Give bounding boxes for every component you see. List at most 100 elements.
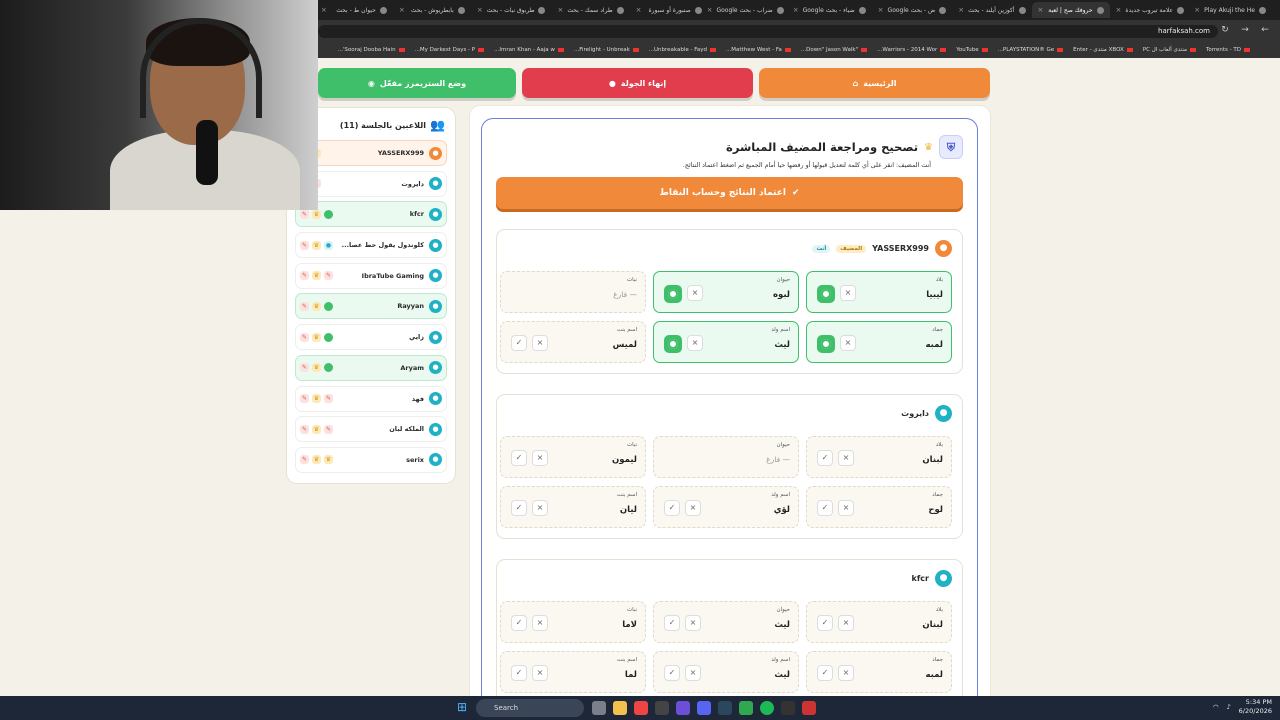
record-icon[interactable] [802,701,816,715]
reject-button[interactable]: × [532,500,548,516]
answer-cell[interactable]: حيوان — فارغ [653,436,799,478]
answer-cell[interactable]: حيوان ليث ✓ × [653,601,799,643]
bookmark-item[interactable]: Unbreakable - Fayd... [649,47,717,53]
close-icon[interactable]: × [399,6,405,14]
edit-icon[interactable]: ✎ [324,424,333,434]
close-icon[interactable]: × [557,6,563,14]
player-row[interactable]: ● زايي ♛ ✎ [295,324,447,351]
answer-cell[interactable]: بلاد لبنان ✓ × [806,436,952,478]
close-icon[interactable]: × [1038,6,1044,14]
reject-button[interactable]: × [532,450,548,466]
player-row[interactable]: ● فهد ✎ ♛ ✎ [295,385,447,412]
edit-icon[interactable]: ✎ [324,394,333,403]
bookmark-item[interactable]: PLAYSTATION® Ge... [998,47,1064,53]
crown-icon[interactable]: ♛ [312,240,321,250]
close-icon[interactable]: × [958,6,964,14]
browser-tab[interactable]: طراد سمك - بحث × [551,2,629,18]
clock[interactable]: 5:34 PM 6/20/2026 [1239,698,1272,716]
crown-icon[interactable]: ♛ [312,301,321,311]
edit-icon[interactable]: ✎ [300,455,309,465]
accept-button[interactable]: ✓ [511,615,527,631]
answer-cell[interactable]: نبات لاما ✓ × [500,601,646,643]
home-button[interactable]: ⌂ الرئيسية [759,68,990,98]
reject-button[interactable]: × [532,615,548,631]
accept-toggle[interactable] [664,335,682,353]
online-toggle-icon[interactable] [324,332,333,342]
bookmark-item[interactable]: YouTube [956,47,988,53]
browser-tab[interactable]: أكوزين أيلند - بحث × [952,2,1031,18]
reject-button[interactable]: × [838,615,854,631]
answer-cell[interactable]: اسم ولد ليث ✓ × [653,651,799,693]
answer-cell[interactable]: اسم بنت لميس ✓ × [500,321,646,363]
answer-cell[interactable]: جماد لوح ✓ × [806,486,952,528]
accept-button[interactable]: ✓ [511,500,527,516]
online-toggle-icon[interactable] [324,301,333,311]
bookmark-item[interactable]: Torrents - TD [1206,47,1250,53]
edit-icon[interactable]: ✎ [300,240,309,250]
edit-icon[interactable]: ✎ [300,332,309,342]
bookmark-item[interactable]: Sooraj Dooba Hain'... [338,47,405,53]
close-icon[interactable]: × [636,6,642,14]
crown-icon[interactable]: ♛ [312,363,321,373]
reject-button[interactable]: × [687,285,703,301]
approve-results-button[interactable]: ✔ اعتماد النتائج وحساب النقاط [496,177,963,209]
obs-icon[interactable] [655,701,669,715]
bookmark-item[interactable]: Imran Khan - Aaja w... [494,47,564,53]
terminal-icon[interactable] [781,701,795,715]
player-row[interactable]: ● IbraTube Gaming ✎ ♛ ✎ [295,262,447,289]
online-toggle-icon[interactable] [324,209,333,219]
crown-icon[interactable]: ♛ [312,424,321,434]
close-icon[interactable]: × [793,6,799,14]
play-icon[interactable] [739,701,753,715]
edit-icon[interactable]: ✎ [300,424,309,434]
wifi-icon[interactable]: ◠ [1213,703,1219,711]
answer-cell[interactable]: اسم بنت لما ✓ × [500,651,646,693]
edit-icon[interactable]: ✎ [324,271,333,281]
spotify-icon[interactable] [760,701,774,715]
answer-cell[interactable]: جماد لمبه ✓ × [806,651,952,693]
bookmark-item[interactable]: "Down" Jason Walk... [801,47,868,53]
edit-icon[interactable]: ✎ [300,301,309,311]
edit-icon[interactable]: ✎ [300,209,309,219]
crown-icon[interactable]: ♛ [312,332,321,342]
answer-cell[interactable]: اسم ولد ليث × [653,321,799,363]
accept-toggle[interactable] [817,335,835,353]
answer-cell[interactable]: بلاد لبنان ✓ × [806,601,952,643]
reject-button[interactable]: × [532,335,548,351]
accept-button[interactable]: ✓ [817,500,833,516]
accept-button[interactable]: ✓ [511,450,527,466]
bookmark-item[interactable]: Firelight - Unbreak... [574,47,639,53]
file-explorer-icon[interactable] [613,701,627,715]
reject-button[interactable]: × [685,665,701,681]
answer-cell[interactable]: نبات ليمون ✓ × [500,436,646,478]
answer-cell[interactable]: بلاد ليبيا × [806,271,952,313]
browser-tab[interactable]: بابطريوش - بحث × [393,2,471,18]
answer-cell[interactable]: جماد لمبه × [806,321,952,363]
windows-start-icon[interactable]: ⊞ [457,701,470,714]
answer-cell[interactable]: نبات — فارغ [500,271,646,313]
bookmark-item[interactable]: My Darkest Days - P... [415,47,485,53]
player-row[interactable]: ● Aryam ♛ ✎ [295,354,447,381]
browser-tab[interactable]: صنبورة أو سبورة × [630,2,708,18]
browser-tab[interactable]: Play Akuji the He × [1190,2,1272,18]
crown-icon[interactable]: ♛ [324,455,333,465]
steam-icon[interactable] [718,701,732,715]
bookmark-item[interactable]: Warriors - 2014 Wor... [877,47,947,53]
end-round-button[interactable]: ● إنهاء الجولة [522,68,753,98]
forward-icon[interactable]: → [1238,23,1252,37]
bookmark-item[interactable]: Matthew West - Fa... [726,47,791,53]
browser-tab[interactable]: علامة تيروب جديدة × [1110,2,1190,18]
accept-button[interactable]: ✓ [817,450,833,466]
task-view-icon[interactable] [592,701,606,715]
bookmark-item[interactable]: منتدى ألعاب ال PC [1143,47,1196,53]
bookmark-item[interactable]: XBOX منتدى - Enter [1073,47,1133,53]
accept-button[interactable]: ✓ [664,500,680,516]
crown-icon[interactable]: ♛ [312,394,321,403]
accept-button[interactable]: ✓ [817,665,833,681]
crown-icon[interactable]: ♛ [312,209,321,219]
browser-tab[interactable]: ضراب - بحث Google × [708,2,790,18]
close-icon[interactable]: × [708,6,713,14]
close-icon[interactable]: × [477,6,483,14]
accept-button[interactable]: ✓ [511,665,527,681]
close-icon[interactable]: × [1116,6,1122,14]
